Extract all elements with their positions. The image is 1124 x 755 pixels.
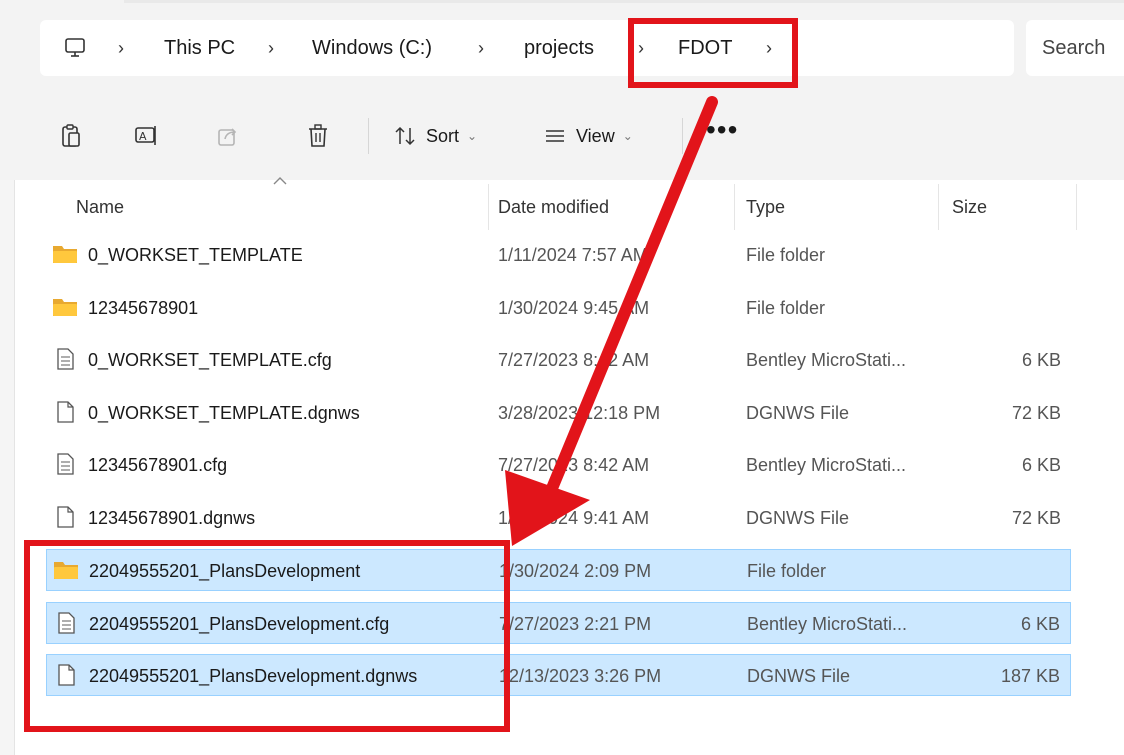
file-size: 187 KB	[1000, 666, 1060, 686]
file-row[interactable]: 0_WORKSET_TEMPLATE.dgnws 3/28/2023 12:18 …	[46, 392, 1071, 434]
file-row[interactable]: 12345678901.cfg 7/27/2023 8:42 AM Bentley …	[46, 444, 1071, 486]
file-type: DGNWS File	[746, 508, 849, 528]
file-date-modified: 12/13/2023 3:26 PM	[499, 666, 662, 686]
paste-button[interactable]	[60, 116, 84, 156]
more-options-icon[interactable]: •••	[706, 116, 738, 144]
address-bar[interactable]: › This PC › Windows (C:) › projects › FD…	[40, 20, 1014, 76]
breadcrumb-chevron-icon[interactable]: ›	[268, 20, 274, 76]
file-date-modified: 7/27/2023 2:21 PM	[499, 614, 652, 634]
toolbar-divider	[368, 118, 369, 154]
file-size: 72 KB	[1011, 508, 1061, 528]
file-date-modified: 1/11/2024 7:57 AM	[498, 245, 648, 265]
file-type: Bentley MicroStati...	[746, 455, 907, 475]
command-bar: A Sort ⌄ View ⌄ •••	[0, 96, 1124, 180]
svg-text:A: A	[139, 130, 147, 143]
file-name[interactable]: 0_WORKSET_TEMPLATE	[88, 234, 303, 276]
file-type: File folder	[746, 245, 826, 265]
file-size: 72 KB	[1011, 403, 1061, 423]
file-name[interactable]: 12345678901.dgnws	[88, 497, 255, 539]
search-placeholder: Search	[1042, 37, 1106, 59]
file-type: DGNWS File	[746, 403, 849, 423]
sort-icon	[395, 126, 415, 146]
file-row[interactable]: 0_WORKSET_TEMPLATE 1/11/2024 7:57 AM File …	[46, 234, 1071, 276]
file-size: 6 KB	[1021, 455, 1061, 475]
view-button[interactable]: View ⌄	[544, 116, 633, 156]
file-type: DGNWS File	[747, 666, 850, 686]
file-date-modified: 3/28/2023 12:18 PM	[498, 403, 661, 423]
view-label: View	[576, 125, 615, 146]
text-file-icon	[52, 452, 78, 476]
rename-icon: A	[135, 126, 156, 145]
paste-icon	[62, 124, 80, 147]
file-size: 6 KB	[1020, 614, 1060, 634]
column-header-size[interactable]: Size	[952, 180, 987, 234]
file-row[interactable]: 12345678901.dgnws 1/30/2024 9:41 AM DGNWS …	[46, 497, 1071, 539]
file-date-modified: 1/30/2024 2:09 PM	[499, 561, 652, 581]
trash-icon	[309, 124, 327, 147]
file-name[interactable]: 0_WORKSET_TEMPLATE.dgnws	[88, 392, 360, 434]
sort-label: Sort	[426, 125, 460, 146]
folder-icon	[52, 242, 78, 266]
blank-file-icon	[52, 400, 78, 424]
tab-edge	[124, 0, 1124, 3]
file-name[interactable]: 12345678901.cfg	[88, 444, 227, 486]
search-input[interactable]: Search	[1026, 20, 1124, 76]
chevron-down-icon: ⌄	[467, 129, 478, 143]
annotation-box-selected-files	[24, 540, 510, 732]
file-date-modified: 7/27/2023 8:42 AM	[498, 455, 650, 475]
column-divider[interactable]	[1076, 184, 1077, 230]
file-name[interactable]: 0_WORKSET_TEMPLATE.cfg	[88, 339, 332, 381]
file-row[interactable]: 12345678901 1/30/2024 9:45 AM File folder	[46, 287, 1071, 329]
sort-button[interactable]: Sort ⌄	[394, 116, 477, 156]
file-date-modified: 1/30/2024 9:41 AM	[498, 508, 650, 528]
file-row[interactable]: 0_WORKSET_TEMPLATE.cfg 7/27/2023 8:42 AM B…	[46, 339, 1071, 381]
rename-button[interactable]: A	[134, 116, 160, 156]
file-name[interactable]: 12345678901	[88, 287, 198, 329]
breadcrumb-this-pc[interactable]: This PC	[164, 20, 235, 76]
share-icon	[218, 128, 237, 146]
file-type: File folder	[746, 298, 826, 318]
blank-file-icon	[52, 505, 78, 529]
breadcrumb-windows-c[interactable]: Windows (C:)	[312, 20, 432, 76]
breadcrumb-chevron-icon[interactable]: ›	[118, 20, 124, 76]
view-list-icon	[546, 130, 564, 142]
breadcrumb-chevron-icon[interactable]: ›	[478, 20, 484, 76]
file-date-modified: 1/30/2024 9:45 AM	[498, 298, 650, 318]
sort-ascending-caret-icon	[273, 177, 287, 185]
this-pc-icon[interactable]	[64, 37, 86, 59]
file-type: File folder	[747, 561, 827, 581]
breadcrumb-projects[interactable]: projects	[524, 20, 594, 76]
file-type: Bentley MicroStati...	[747, 614, 908, 634]
file-type: Bentley MicroStati...	[746, 350, 907, 370]
file-date-modified: 7/27/2023 8:42 AM	[498, 350, 650, 370]
column-header-date-modified[interactable]: Date modified	[498, 180, 609, 234]
column-divider[interactable]	[488, 184, 489, 230]
column-divider[interactable]	[938, 184, 939, 230]
column-divider[interactable]	[734, 184, 735, 230]
text-file-icon	[52, 347, 78, 371]
navigation-pane-edge	[0, 180, 15, 755]
folder-icon	[52, 295, 78, 319]
file-size: 6 KB	[1021, 350, 1061, 370]
share-button[interactable]	[216, 116, 240, 156]
annotation-box-fdot	[628, 18, 798, 88]
chevron-down-icon: ⌄	[622, 129, 633, 143]
column-header-name[interactable]: Name	[76, 180, 124, 234]
toolbar-divider	[682, 118, 683, 154]
column-header-type[interactable]: Type	[746, 180, 785, 234]
delete-button[interactable]	[306, 116, 330, 156]
